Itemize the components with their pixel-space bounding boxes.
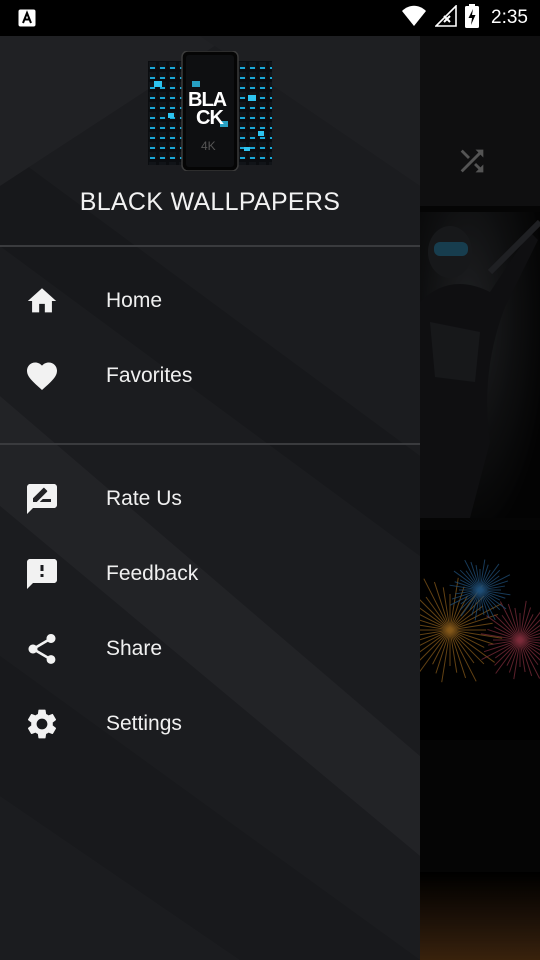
a-notification-icon [18, 9, 36, 27]
drawer-divider-middle [0, 443, 420, 445]
status-icons: 2:35 [401, 3, 528, 33]
menu-label-home: Home [106, 289, 163, 312]
no-signal-icon [434, 3, 457, 32]
menu-item-rate-us[interactable]: Rate Us [0, 464, 420, 534]
menu-label-feedback: Feedback [106, 562, 199, 585]
logo-badge-4k: 4K [201, 139, 216, 153]
menu-item-feedback[interactable]: Feedback [0, 539, 420, 609]
navigation-drawer: BLA CK 4K BLACK WALLPAPERS Home Favorite… [0, 36, 420, 960]
menu-label-share: Share [106, 637, 163, 660]
feedback-icon [24, 556, 60, 592]
menu-item-settings[interactable]: Settings [0, 689, 420, 759]
menu-label-favorites: Favorites [106, 364, 193, 387]
battery-charging-icon [465, 3, 480, 33]
drawer-header: BLA CK 4K BLACK WALLPAPERS [0, 36, 420, 246]
menu-label-rate-us: Rate Us [106, 487, 182, 510]
menu-label-settings: Settings [106, 712, 182, 735]
status-time: 2:35 [491, 7, 528, 28]
home-icon [24, 283, 60, 319]
share-icon [24, 631, 60, 667]
menu-item-share[interactable]: Share [0, 614, 420, 684]
app-logo: BLA CK 4K [148, 50, 272, 172]
wifi-icon [401, 5, 427, 32]
drawer-divider-top [0, 245, 420, 247]
status-bar: 2:35 [0, 0, 540, 36]
logo-text-line2: CK [196, 107, 224, 129]
rate-review-icon [24, 481, 60, 517]
menu-item-favorites[interactable]: Favorites [0, 341, 420, 411]
settings-gear-icon [24, 706, 60, 742]
heart-icon [24, 358, 60, 394]
menu-item-home[interactable]: Home [0, 266, 420, 336]
drawer-title: BLACK WALLPAPERS [79, 188, 341, 216]
